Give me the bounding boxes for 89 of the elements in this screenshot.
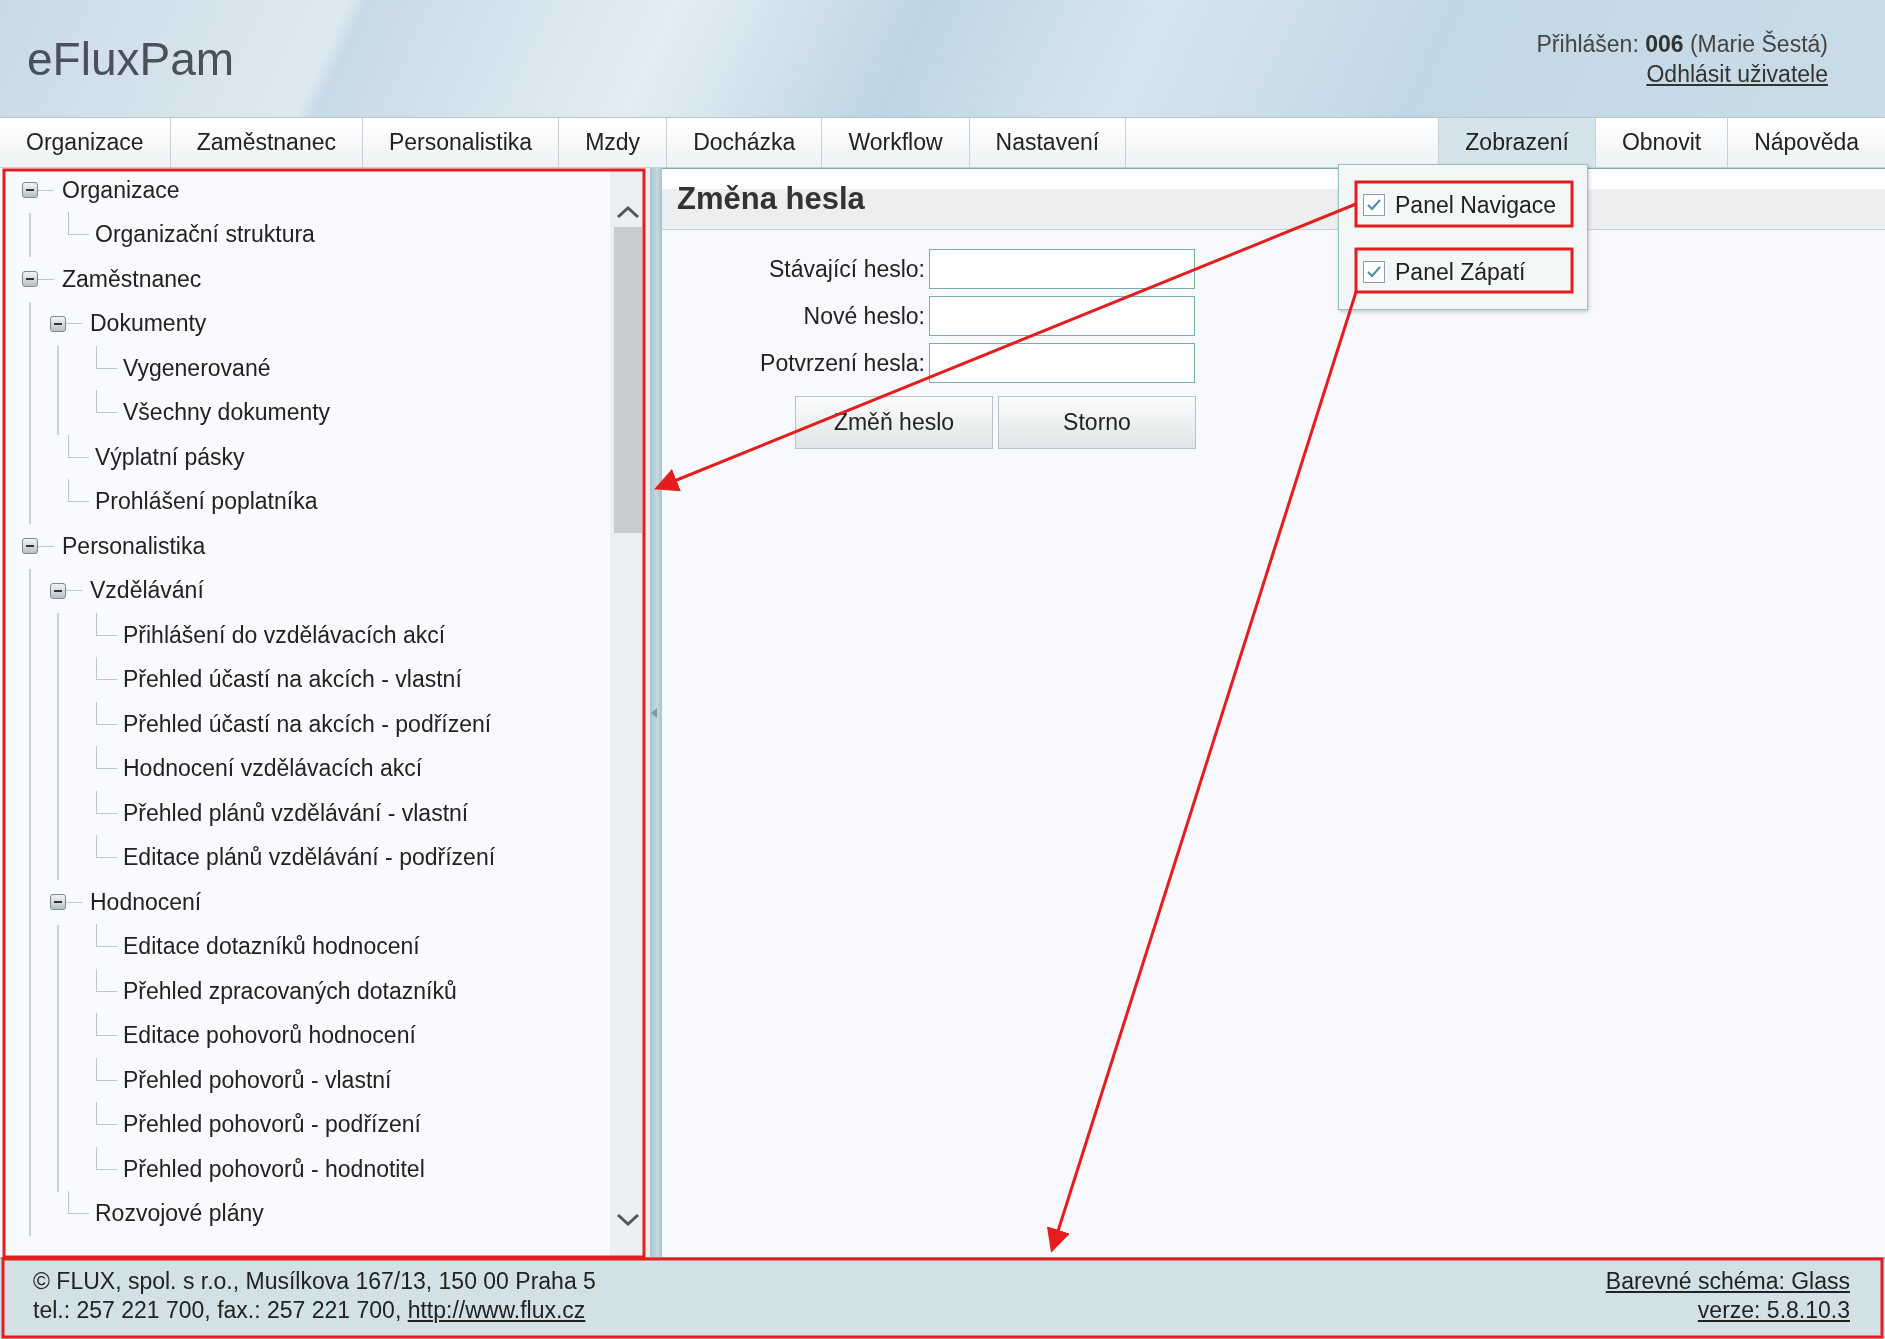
tree-connector [96,924,117,948]
tree-item[interactable]: Přehled pohovorů - podřízení [123,1111,421,1139]
password-field[interactable] [929,249,1195,289]
app-title: eFluxPam [27,31,235,86]
field-label: Nové heslo: [802,302,925,330]
checkbox[interactable] [1363,194,1385,216]
field-label: Potvrzení hesla: [759,349,925,377]
logout-link[interactable]: Odhlásit uživatele [1646,60,1828,87]
tree-item[interactable]: Hodnocení vzdělávacích akcí [123,755,423,783]
tree-connector [66,901,82,903]
collapse-icon[interactable] [50,315,66,332]
chevron-down-icon[interactable] [615,1213,640,1227]
tree-connector [38,545,54,547]
tree-connector [66,590,82,592]
tree-item[interactable]: Hodnocení [90,888,202,916]
checkmark-icon [1366,198,1382,212]
tree-item[interactable]: Přehled účastí na akcích - vlastní [123,666,462,694]
tree-item[interactable]: Rozvojové plány [95,1200,264,1228]
tree-item[interactable]: Editace dotazníků hodnocení [123,933,420,961]
tree-item[interactable]: Dokumenty [90,310,207,338]
tree-item[interactable]: Prohlášení poplatníka [95,488,318,516]
menu-item[interactable]: Docházka [667,118,823,167]
menu-item[interactable]: Zaměstnanec [170,118,363,167]
field-label: Stávající heslo: [768,255,925,283]
menu-option[interactable]: Panel Zápatí [1395,258,1526,286]
tree-item[interactable]: Organizace [62,176,180,204]
tree-connector [68,212,89,236]
tree-item[interactable]: Přehled účastí na akcích - podřízení [123,710,492,738]
tree-connector [96,746,117,770]
tree-connector [96,1057,117,1081]
collapse-icon[interactable] [50,582,66,599]
tree-connector [96,345,117,369]
password-field[interactable] [929,296,1195,336]
menu-option[interactable]: Panel Navigace [1395,191,1557,219]
tree-item[interactable]: Výplatní pásky [95,443,245,471]
tree-item[interactable]: Přehled pohovorů - hodnotitel [123,1155,425,1183]
form-button[interactable]: Změň heslo [795,396,993,449]
tree-connector [66,323,82,325]
tree-item[interactable]: Editace pohovorů hodnocení [123,1022,416,1050]
tree-connector [68,479,89,503]
menu-item[interactable]: Mzdy [559,118,668,167]
tree-connector [96,835,117,859]
checkmark-icon [1366,265,1382,279]
collapse-icon[interactable] [22,271,38,288]
tree-item[interactable]: Všechny dokumenty [123,399,331,427]
tree-item[interactable]: Přehled zpracovaných dotazníků [123,977,457,1005]
collapse-icon[interactable] [22,182,38,199]
tree-connector [96,1102,117,1126]
tree-connector [96,968,117,992]
menu-item[interactable]: Workflow [822,118,970,167]
company-address: © FLUX, spol. s r.o., Musílkova 167/13, 150 00 Praha 5 [33,1267,596,1296]
menu-item[interactable]: Zobrazení [1438,118,1595,167]
tree-item[interactable]: Vzdělávání [90,577,204,605]
tree-item[interactable]: Přehled plánů vzdělávání - vlastní [123,799,469,827]
tree-connector [38,189,54,191]
tree-item[interactable]: Organizační struktura [95,221,315,249]
collapse-icon[interactable] [50,894,66,911]
version-link[interactable]: verze: 5.8.10.3 [1697,1297,1850,1323]
tree-connector [96,1146,117,1170]
checkbox[interactable] [1363,261,1385,283]
scrollbar-thumb[interactable] [613,227,642,533]
signed-in-user: Přihlášen: 006 (Marie Šestá) [1536,30,1828,57]
password-field[interactable] [929,343,1195,383]
tree-connector [96,657,117,681]
tree-item[interactable]: Vygenerované [123,354,271,382]
tree-item[interactable]: Personalistika [62,532,206,560]
tree-connector [96,790,117,814]
menu-item[interactable]: Organizace [0,118,171,167]
tree-connector [96,612,117,636]
tree-item[interactable]: Přehled pohovorů - vlastní [123,1066,392,1094]
tree-connector [96,390,117,414]
form-button[interactable]: Storno [998,396,1196,449]
tree-connector [38,278,54,280]
menu-item[interactable]: Nastavení [969,118,1127,167]
chevron-up-icon[interactable] [615,205,640,219]
menu-item[interactable]: Nápověda [1727,118,1885,167]
collapse-icon[interactable] [22,538,38,555]
menu-item[interactable]: Personalistika [363,118,560,167]
color-scheme-link[interactable]: Barevné schéma: Glass [1605,1268,1850,1294]
tree-item[interactable]: Přihlášení do vzdělávacích akcí [123,621,446,649]
menu-item[interactable]: Obnovit [1594,118,1728,167]
tree-connector [96,701,117,725]
tree-connector [96,1013,117,1037]
website-link[interactable]: http://www.flux.cz [407,1297,586,1323]
tree-connector [68,434,89,458]
tree-connector [68,1191,89,1215]
tree-item[interactable]: Editace plánů vzdělávání - podřízení [123,844,496,872]
contact-info: tel.: 257 221 700, fax.: 257 221 700, http://www.flux.cz [33,1296,587,1325]
tree-item[interactable]: Zaměstnanec [62,265,202,293]
